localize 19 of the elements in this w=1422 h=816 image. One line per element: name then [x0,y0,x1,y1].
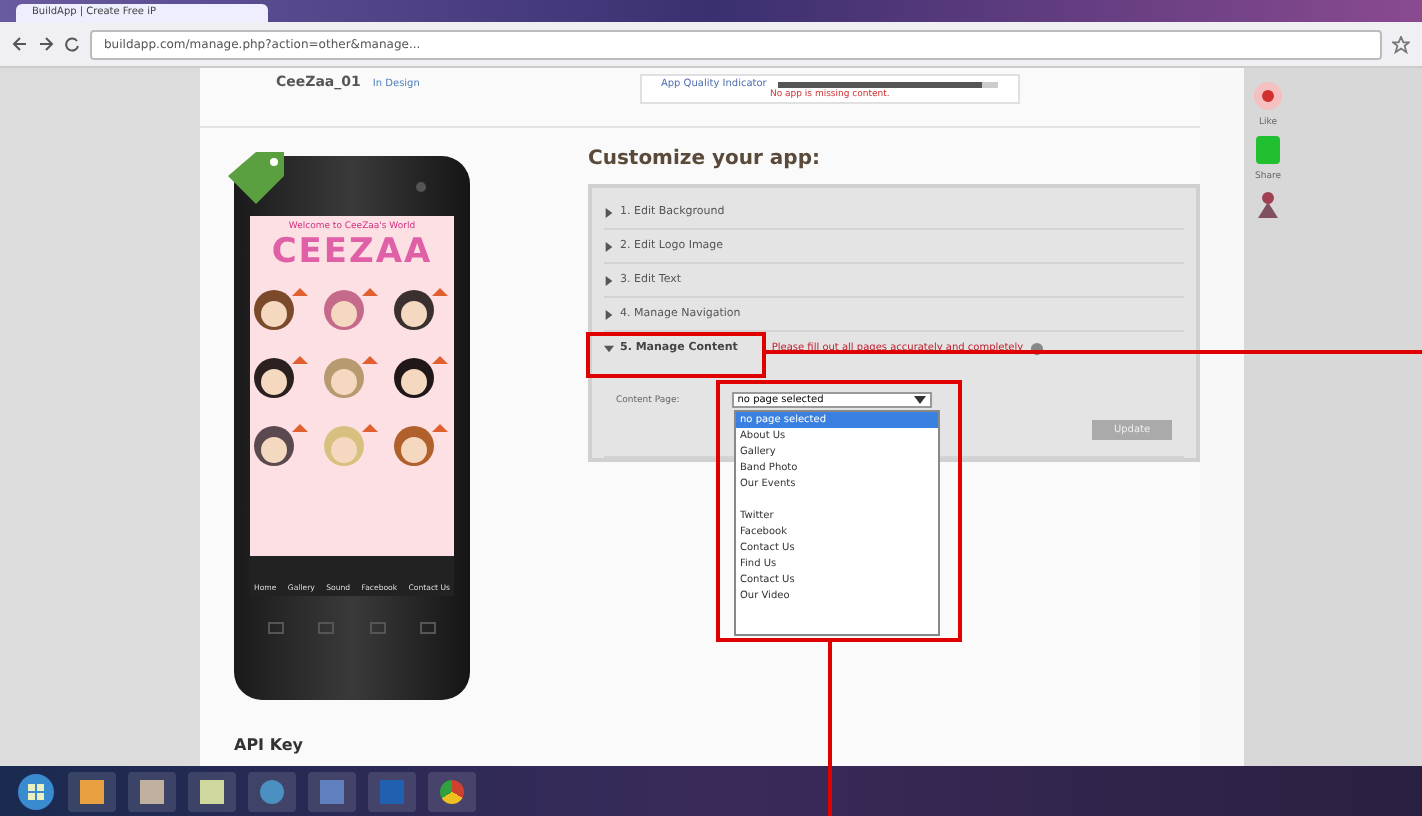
caret-icon [913,396,926,404]
soft-key-icon[interactable] [420,622,437,634]
soft-key-icon[interactable] [267,622,284,634]
section-title: Customize your app: [588,148,822,170]
chevron-icon [604,207,614,217]
chevron-icon [604,275,614,285]
camera-icon [416,181,426,191]
forward-icon[interactable] [38,36,54,52]
star-icon[interactable] [1392,35,1410,53]
back-icon[interactable] [12,36,28,52]
chevron-icon [604,343,614,353]
chevron-icon [604,241,614,251]
figure-icon[interactable] [1252,188,1284,220]
chevron-icon [604,309,614,319]
api-key-heading: API Key [234,736,306,754]
help-icon[interactable] [1029,341,1044,355]
app-logo: CEEZAA [271,232,433,272]
start-button[interactable] [16,771,56,811]
reload-icon[interactable] [64,36,80,52]
